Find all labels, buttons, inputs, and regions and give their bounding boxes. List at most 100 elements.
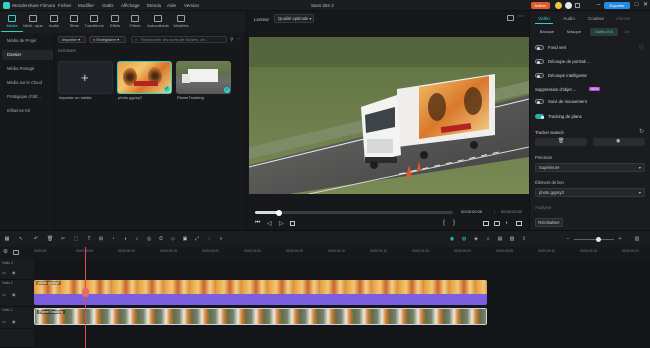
sidebar-item-folder[interactable]: Dossier bbox=[2, 50, 53, 60]
lock-icon[interactable]: ▭ bbox=[2, 292, 6, 297]
export-button[interactable]: Exporter bbox=[604, 2, 630, 9]
tab-stock-media[interactable]: Médi...ique bbox=[22, 12, 44, 32]
reset-tracker-icon[interactable]: ↻ bbox=[639, 128, 644, 135]
speed-icon[interactable]: ◔ bbox=[110, 236, 116, 242]
tab-titles[interactable]: Titres bbox=[63, 12, 85, 32]
zoom-handle[interactable] bbox=[595, 237, 601, 242]
mask-icon[interactable]: ▣ bbox=[182, 236, 188, 242]
import-media-tile[interactable]: + bbox=[58, 61, 113, 94]
playhead-handle[interactable] bbox=[82, 288, 89, 297]
precision-dropdown[interactable]: Supérieure ▾ bbox=[535, 163, 645, 172]
snap-icon[interactable]: ◍ bbox=[461, 236, 467, 242]
audio-icon[interactable]: ♪ bbox=[134, 236, 140, 242]
menu-aide[interactable]: Aide bbox=[167, 3, 176, 8]
view-tracker-button[interactable]: ◉ bbox=[593, 138, 645, 146]
search-input[interactable]: ⌕ Rechercher les noms de fichiers, de... bbox=[131, 36, 227, 43]
more-icon[interactable]: ⋯ bbox=[237, 36, 242, 42]
tab-transitions[interactable]: Transitions bbox=[83, 12, 105, 32]
subtab-art[interactable]: Art bbox=[620, 28, 634, 36]
play-icon[interactable]: ▷ bbox=[279, 220, 284, 227]
import-button[interactable]: Importer ▾ bbox=[58, 36, 86, 43]
mute-icon[interactable]: ◌ bbox=[206, 236, 212, 242]
lock-icon[interactable]: ▭ bbox=[2, 319, 6, 324]
step-back-icon[interactable]: ◁ bbox=[267, 220, 272, 227]
crop-icon[interactable]: ⬚ bbox=[73, 236, 79, 242]
sidebar-item-protected[interactable]: Protégique d'obf... bbox=[2, 92, 53, 102]
zoom-out-icon[interactable]: − bbox=[565, 236, 571, 242]
minimize-icon[interactable]: – bbox=[594, 1, 603, 10]
visibility-icon[interactable]: ◉ bbox=[12, 292, 16, 297]
motion-tracking-toggle[interactable] bbox=[535, 99, 544, 104]
mark-out-icon[interactable]: } bbox=[453, 220, 455, 226]
add-track-icon[interactable]: ⊕ bbox=[3, 249, 8, 256]
tab-speed[interactable]: Vitesse bbox=[612, 14, 634, 24]
mark-in-icon[interactable]: { bbox=[443, 220, 445, 226]
sidebar-item-influence-kit[interactable]: Influence Kit bbox=[2, 106, 53, 116]
timeline-clip-planertracking[interactable]: PlanerTracking bbox=[34, 308, 487, 325]
close-icon[interactable]: ✕ bbox=[641, 1, 650, 10]
grid-icon[interactable] bbox=[575, 3, 580, 8]
transform-icon[interactable]: ⤢ bbox=[194, 236, 200, 242]
menu-modifier[interactable]: Modifier bbox=[78, 3, 94, 8]
portrait-cutout-toggle[interactable] bbox=[535, 59, 544, 64]
text-icon[interactable]: T bbox=[86, 236, 92, 242]
camera-icon[interactable] bbox=[494, 221, 500, 226]
lock-icon[interactable]: ▭ bbox=[2, 270, 6, 275]
tab-audio[interactable]: Audio bbox=[560, 14, 578, 24]
marker-icon[interactable]: ◈ bbox=[473, 236, 479, 242]
volume-icon[interactable]: ◖ bbox=[505, 220, 508, 226]
menu-etendu[interactable]: Étendu bbox=[147, 3, 161, 8]
subtab-basic[interactable]: Basique bbox=[536, 28, 558, 36]
zoom-in-icon[interactable]: + bbox=[617, 236, 623, 242]
menu-fichier[interactable]: Fichier bbox=[58, 3, 72, 8]
mic-icon[interactable]: ♫ bbox=[485, 236, 491, 242]
scrubber-handle[interactable] bbox=[275, 209, 282, 216]
delete-icon[interactable]: 🗑 bbox=[47, 236, 53, 242]
visibility-icon[interactable]: ◉ bbox=[12, 270, 16, 275]
playhead[interactable] bbox=[82, 247, 89, 348]
stop-icon[interactable] bbox=[290, 221, 295, 226]
sidebar-item-shared-media[interactable]: Média Partagé bbox=[2, 64, 53, 74]
quality-dropdown[interactable]: Qualité optimale ▾ bbox=[274, 14, 314, 23]
expand-icon[interactable] bbox=[516, 221, 522, 226]
select-tool-icon[interactable]: ↖ bbox=[18, 236, 24, 242]
split-view-icon[interactable]: ▦ bbox=[4, 236, 10, 242]
render-icon[interactable]: ▤ bbox=[497, 236, 503, 242]
tab-color[interactable]: Couleur bbox=[585, 14, 607, 24]
prev-frame-icon[interactable]: ⏮ bbox=[255, 220, 260, 227]
tab-templates[interactable]: Modèles bbox=[170, 12, 192, 32]
tab-stickers[interactable]: Autocollants bbox=[147, 12, 169, 32]
video-preview[interactable] bbox=[249, 37, 529, 194]
ai-icon[interactable]: ◉ bbox=[449, 236, 455, 242]
subtab-mask[interactable]: Masque bbox=[563, 28, 585, 36]
maximize-icon[interactable]: □ bbox=[632, 1, 641, 10]
record-button[interactable]: ● Enregistrer ▾ bbox=[89, 36, 126, 43]
more-tools-icon[interactable]: » bbox=[218, 236, 224, 242]
link-element-dropdown[interactable]: photo gypsy2 ▾ bbox=[535, 188, 645, 197]
sidebar-item-cloud-media[interactable]: Média sur le Cloud bbox=[2, 78, 53, 88]
green-screen-toggle[interactable] bbox=[535, 45, 544, 50]
picture-icon[interactable]: ▨ bbox=[509, 236, 515, 242]
export-frame-icon[interactable]: ⇪ bbox=[521, 236, 527, 242]
playback-scrubber[interactable] bbox=[255, 209, 453, 216]
avatar[interactable] bbox=[555, 2, 562, 9]
snapshot-icon[interactable] bbox=[507, 15, 514, 21]
theme-icon[interactable] bbox=[565, 2, 572, 9]
tab-video[interactable]: Vidéo bbox=[535, 14, 553, 24]
media-thumb-planertracking[interactable]: ✓ bbox=[176, 61, 231, 94]
activate-button[interactable]: Activer bbox=[531, 2, 550, 9]
undo-icon[interactable]: ↶ bbox=[33, 236, 39, 242]
tab-audio[interactable]: Audio bbox=[43, 12, 65, 32]
timeline-clip-photo-gypsy2[interactable]: photo gypsy2 bbox=[34, 280, 487, 305]
color-icon[interactable]: ◑ bbox=[122, 236, 128, 242]
media-thumb-photo-gypsy2[interactable]: ✓ bbox=[117, 61, 172, 94]
visibility-icon[interactable]: ◉ bbox=[12, 319, 16, 324]
zoom-slider[interactable] bbox=[574, 237, 614, 242]
smart-cutout-toggle[interactable] bbox=[535, 73, 544, 78]
timer-icon[interactable]: ⏱ bbox=[158, 236, 164, 242]
tab-media[interactable]: Média bbox=[1, 12, 23, 32]
keyframe-icon[interactable]: ◇ bbox=[170, 236, 176, 242]
filter-icon[interactable]: ⚲ bbox=[230, 37, 234, 43]
cut-icon[interactable]: ✂ bbox=[60, 236, 66, 242]
plane-tracking-toggle[interactable] bbox=[535, 114, 544, 119]
